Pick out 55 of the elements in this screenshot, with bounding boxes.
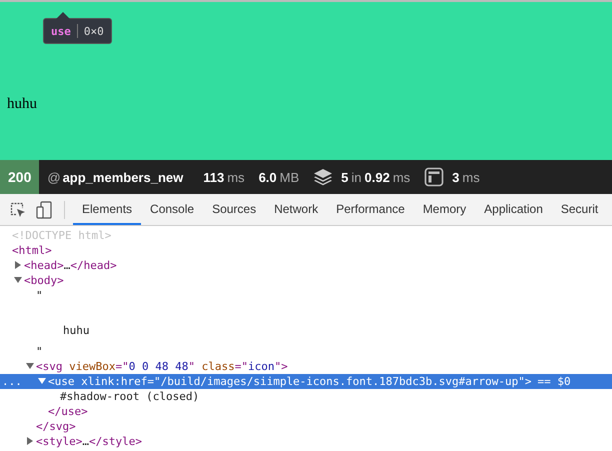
- dom-node-row[interactable]: <head>…</head>: [0, 258, 612, 273]
- node-text: huhu: [63, 324, 90, 337]
- dom-node-row[interactable]: <style>…</style>: [0, 434, 612, 449]
- metric-text: 113: [203, 170, 224, 184]
- dom-node-row[interactable]: <html>: [0, 243, 612, 258]
- tooltip-tag: use: [51, 24, 71, 38]
- metric-text: ms: [462, 170, 480, 184]
- devtools-tab[interactable]: Securit: [552, 194, 608, 225]
- node-text: <style>…</style>: [36, 435, 142, 448]
- dom-node-row[interactable]: </use>: [0, 404, 612, 419]
- metric-text: ms: [227, 170, 245, 184]
- devtools-tab[interactable]: Performance: [327, 194, 414, 225]
- tooltip-size: 0×0: [84, 24, 104, 38]
- console-reference: == $0: [537, 375, 571, 388]
- devtools-tab[interactable]: Application: [475, 194, 552, 225]
- page-text: huhu: [7, 96, 37, 113]
- metric-text: ms: [392, 170, 410, 184]
- devtools-tab[interactable]: Console: [141, 194, 204, 225]
- template-icon: [424, 167, 444, 187]
- devtools-tab[interactable]: Memory: [414, 194, 476, 225]
- at-sign: @: [47, 170, 61, 184]
- metric-text: 6.0: [258, 170, 277, 184]
- node-menu-dots[interactable]: ...: [2, 374, 22, 389]
- metric-text: in: [351, 170, 362, 184]
- devtools-tab[interactable]: Elements: [73, 194, 142, 225]
- metric-text: MB: [280, 170, 300, 184]
- devtools-tab[interactable]: Sources: [203, 194, 266, 225]
- status-code: 200: [0, 160, 40, 194]
- node-text: </use>: [48, 405, 88, 418]
- dom-node-row[interactable]: #shadow-root (closed): [0, 389, 612, 404]
- inspect-icon[interactable]: [10, 202, 26, 218]
- dom-node-row[interactable]: ": [0, 344, 612, 359]
- metric-text: 0.92: [364, 170, 390, 184]
- dom-node-row[interactable]: <body>: [0, 273, 612, 288]
- node-text: <body>: [24, 274, 64, 287]
- dom-node-row[interactable]: <svg viewBox="0 0 48 48" class="icon">: [0, 359, 612, 374]
- devtools-tab[interactable]: Network: [265, 194, 328, 225]
- dom-node-row[interactable]: ... <use xlink:href="/build/images/siimple-icons.font.187bdc3b.svg#arrow-up"> == $0: [0, 374, 612, 389]
- node-text: </svg>: [36, 420, 76, 433]
- node-text: #shadow-root (closed): [60, 390, 200, 403]
- dom-node-row[interactable]: huhu: [0, 323, 612, 338]
- device-icon[interactable]: [36, 200, 52, 218]
- route-name: app_members_new: [62, 170, 184, 184]
- node-text: ": [36, 289, 43, 302]
- node-text: ": [36, 345, 43, 358]
- metric-text: 3: [452, 170, 460, 184]
- dom-node-row[interactable]: ": [0, 288, 612, 303]
- metric-text: 5: [341, 170, 348, 184]
- node-text: <!DOCTYPE html>: [12, 229, 112, 242]
- dom-node-row[interactable]: </svg>: [0, 419, 612, 434]
- layers-icon: [313, 167, 334, 187]
- node-text: <use xlink:href="/build/images/siimple-icons.font.187bdc3b.svg#arrow-up">: [48, 375, 532, 388]
- node-text: <svg viewBox="0 0 48 48" class="icon">: [36, 360, 288, 373]
- node-text: <html>: [12, 244, 52, 257]
- node-text: <head>…</head>: [24, 259, 117, 272]
